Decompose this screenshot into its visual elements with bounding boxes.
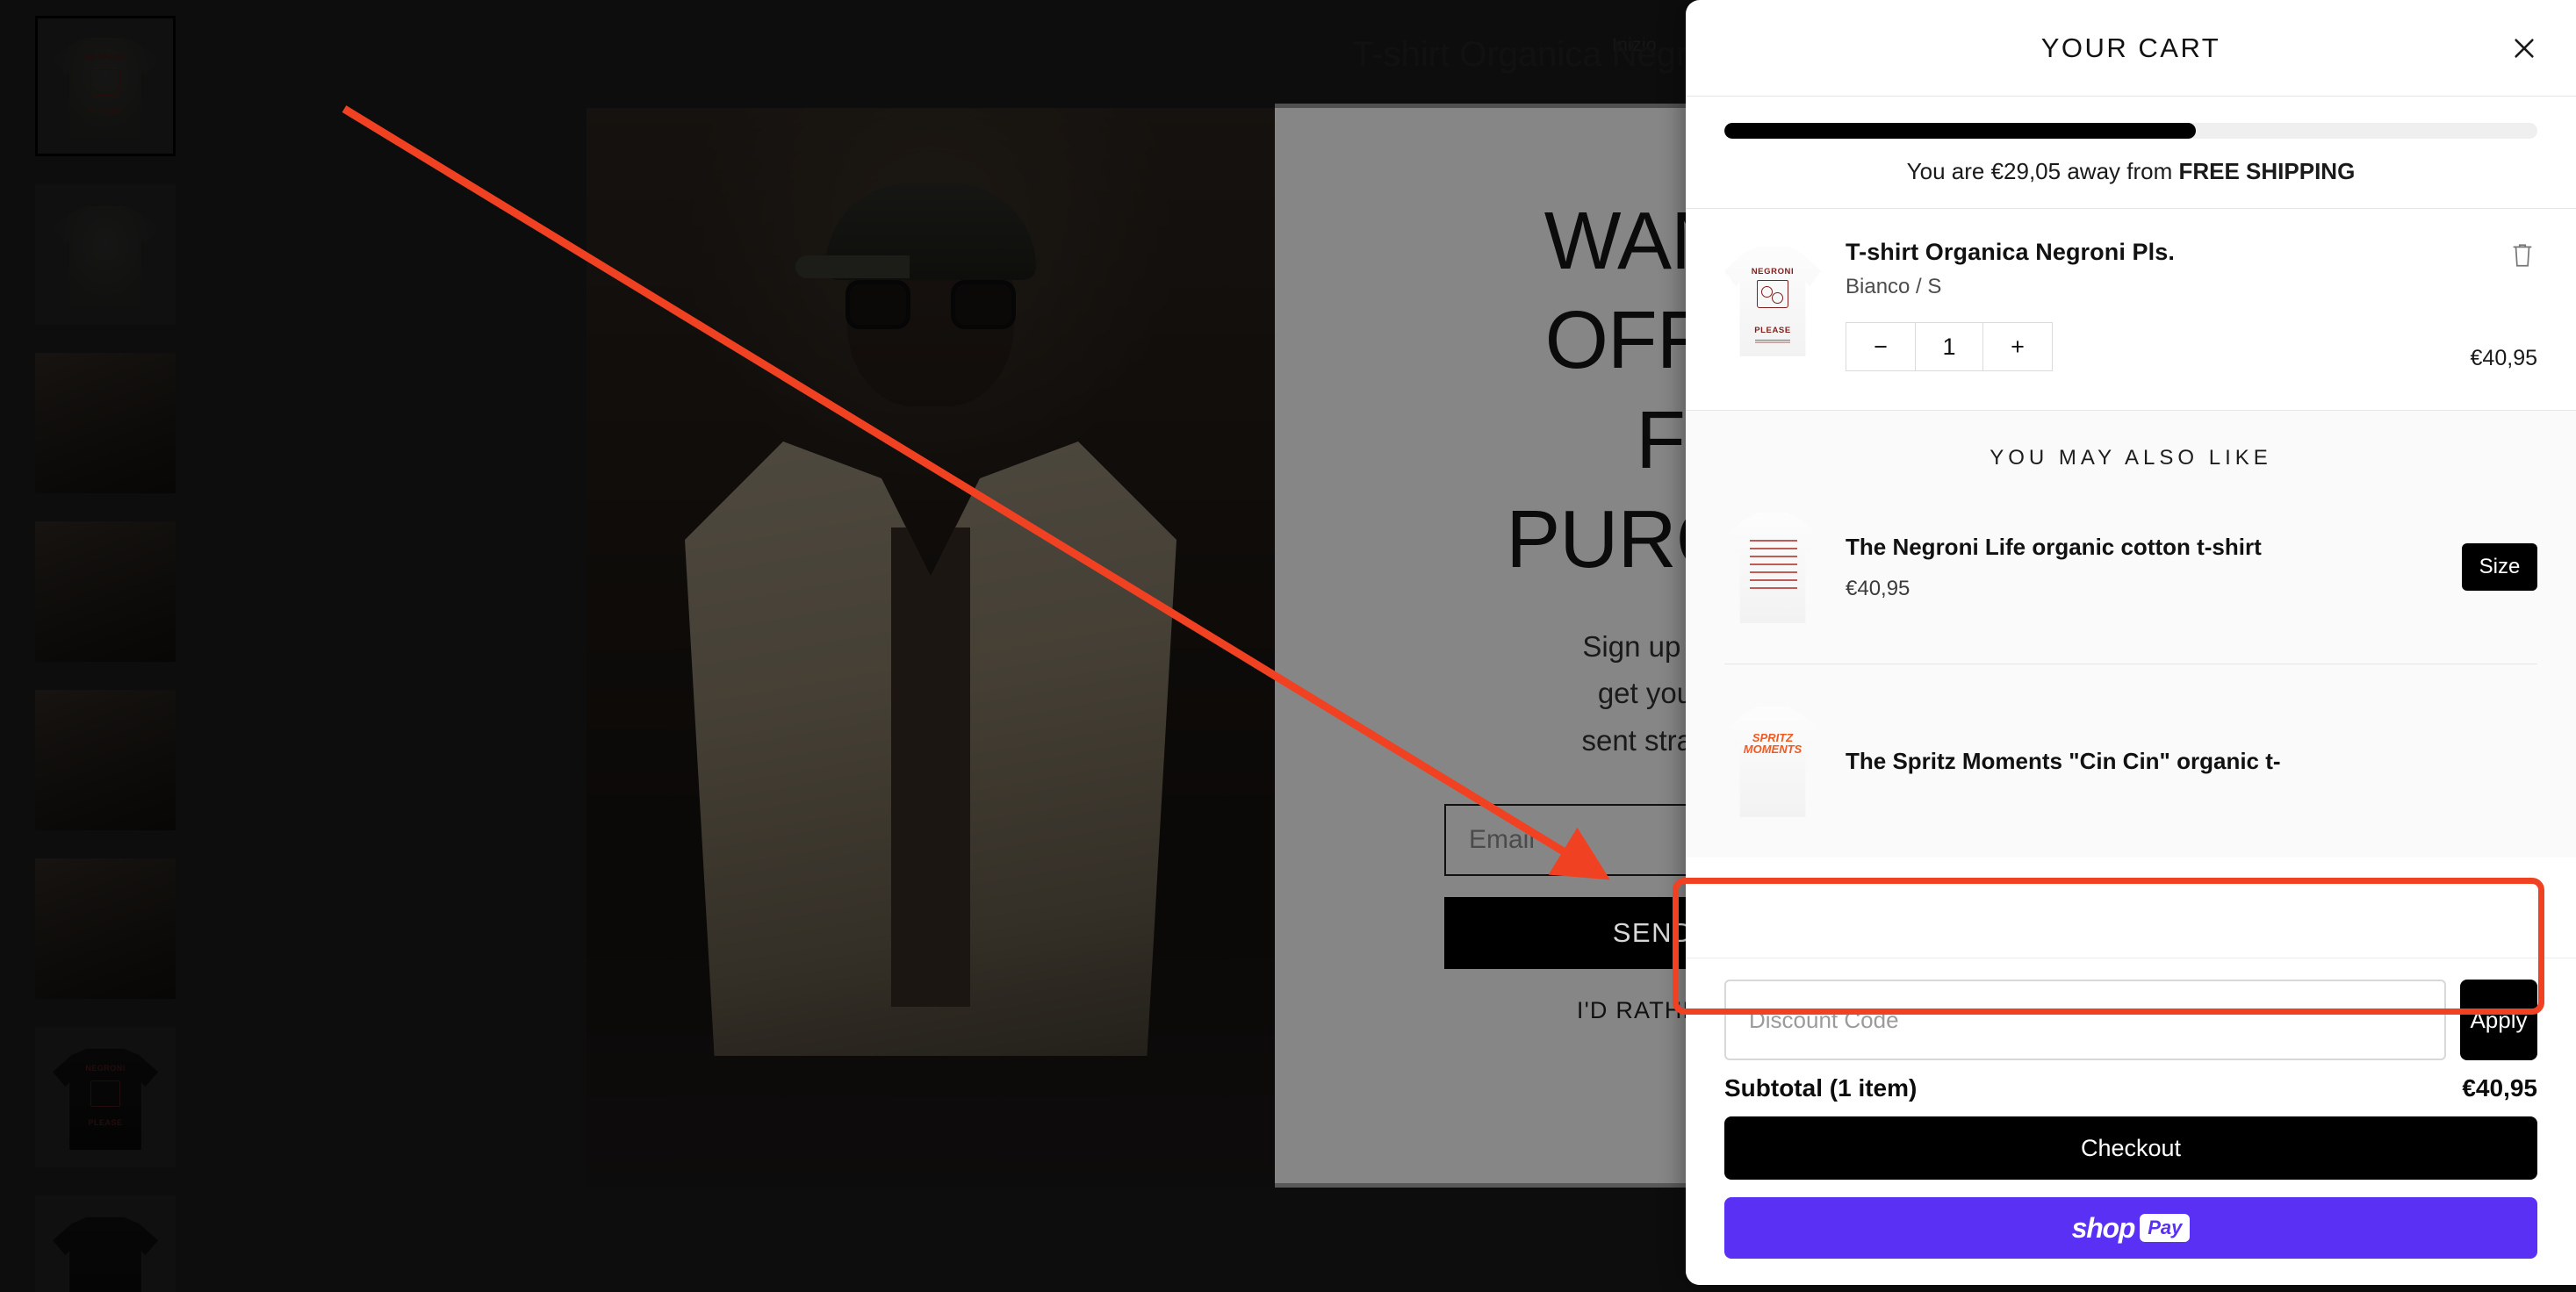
shipping-message-middle: away from — [2061, 158, 2179, 184]
shop-pay-wordmark: shop — [2071, 1211, 2136, 1244]
line-item-price: €40,95 — [2470, 346, 2537, 370]
checkout-button[interactable]: Checkout — [1724, 1116, 2537, 1180]
recommendation-details: The Negroni Life organic cotton t-shirt … — [1846, 534, 2437, 601]
tshirt-graphic: SPRITZ MOMENTS — [1724, 707, 1821, 817]
trash-icon[interactable] — [2508, 239, 2537, 275]
recommendation-item: SPRITZ MOMENTS The Spritz Moments "Cin C… — [1724, 664, 2537, 858]
quantity-value[interactable]: 1 — [1915, 323, 1983, 370]
close-icon[interactable] — [2504, 28, 2544, 68]
cart-drawer: YOUR CART You are €29,05 away from FREE … — [1686, 0, 2576, 1285]
negroni-glass-icon — [1757, 279, 1788, 308]
recommendation-details: The Spritz Moments "Cin Cin" organic t- — [1846, 748, 2537, 775]
recommendations-title: YOU MAY ALSO LIKE — [1990, 446, 2272, 470]
recommendation-image[interactable] — [1724, 506, 1821, 628]
recommendations-section: YOU MAY ALSO LIKE The Negroni Life organ… — [1686, 410, 2576, 858]
progress-bar-track — [1724, 123, 2537, 139]
email-placeholder: Email — [1469, 825, 1536, 855]
line-item-details: T-shirt Organica Negroni Pls. Bianco / S… — [1846, 239, 2446, 371]
quantity-decrease-button[interactable]: − — [1846, 323, 1915, 370]
shop-pay-button[interactable]: shop Pay — [1724, 1197, 2537, 1259]
free-shipping-progress: You are €29,05 away from FREE SHIPPING — [1686, 97, 2576, 209]
handwritten-print — [1749, 540, 1797, 590]
recommendation-price: €40,95 — [1846, 576, 1910, 600]
spritz-label-bottom: MOMENTS — [1743, 743, 1802, 757]
free-shipping-message: You are €29,05 away from FREE SHIPPING — [1724, 158, 2537, 185]
tshirt-graphic — [1724, 513, 1821, 623]
subtotal-row: Subtotal (1 item) €40,95 — [1724, 1074, 2537, 1102]
tee-label-top: NEGRONI — [1751, 266, 1795, 276]
line-item-variant: Bianco / S — [1846, 275, 1942, 298]
quantity-stepper: − 1 + — [1846, 322, 2053, 371]
quantity-increase-button[interactable]: + — [1983, 323, 2052, 370]
subtotal-label: Subtotal (1 item) — [1724, 1074, 1918, 1102]
spritz-print: SPRITZ MOMENTS — [1743, 731, 1802, 757]
cart-scroll-region[interactable]: NEGRONI PLEASE T-shirt Organica Negroni … — [1686, 209, 2576, 958]
line-item-image[interactable]: NEGRONI PLEASE — [1724, 239, 1821, 362]
shipping-amount-away: €29,05 — [1990, 158, 2062, 184]
shop-pay-pill: Pay — [2140, 1214, 2191, 1242]
line-item-title[interactable]: T-shirt Organica Negroni Pls. — [1846, 239, 2446, 266]
cart-header: YOUR CART — [1686, 0, 2576, 97]
recommendation-title[interactable]: The Negroni Life organic cotton t-shirt — [1846, 534, 2437, 561]
cart-line-item: NEGRONI PLEASE T-shirt Organica Negroni … — [1686, 209, 2576, 410]
recommendation-title[interactable]: The Spritz Moments "Cin Cin" organic t- — [1846, 748, 2537, 775]
recommendation-item: The Negroni Life organic cotton t-shirt … — [1724, 470, 2537, 664]
recommendation-size-button[interactable]: Size — [2462, 543, 2537, 591]
tee-label-bottom: PLEASE — [1754, 326, 1791, 336]
annotation-highlight-box — [1673, 878, 2544, 1015]
free-shipping-label: FREE SHIPPING — [2178, 158, 2356, 184]
recommendation-image[interactable]: SPRITZ MOMENTS — [1724, 700, 1821, 822]
line-item-actions: €40,95 — [2471, 239, 2537, 371]
screenshot-root: NEGRONI PLEASE NEGRONI PLEASE Inizio T-s… — [0, 0, 2576, 1292]
tee-fineprint — [1755, 339, 1790, 344]
progress-bar-fill — [1724, 123, 2197, 139]
cart-title: YOUR CART — [2040, 32, 2221, 63]
shipping-message-prefix: You are — [1906, 158, 1991, 184]
tshirt-graphic: NEGRONI PLEASE — [1724, 246, 1821, 356]
subtotal-value: €40,95 — [2462, 1074, 2537, 1102]
